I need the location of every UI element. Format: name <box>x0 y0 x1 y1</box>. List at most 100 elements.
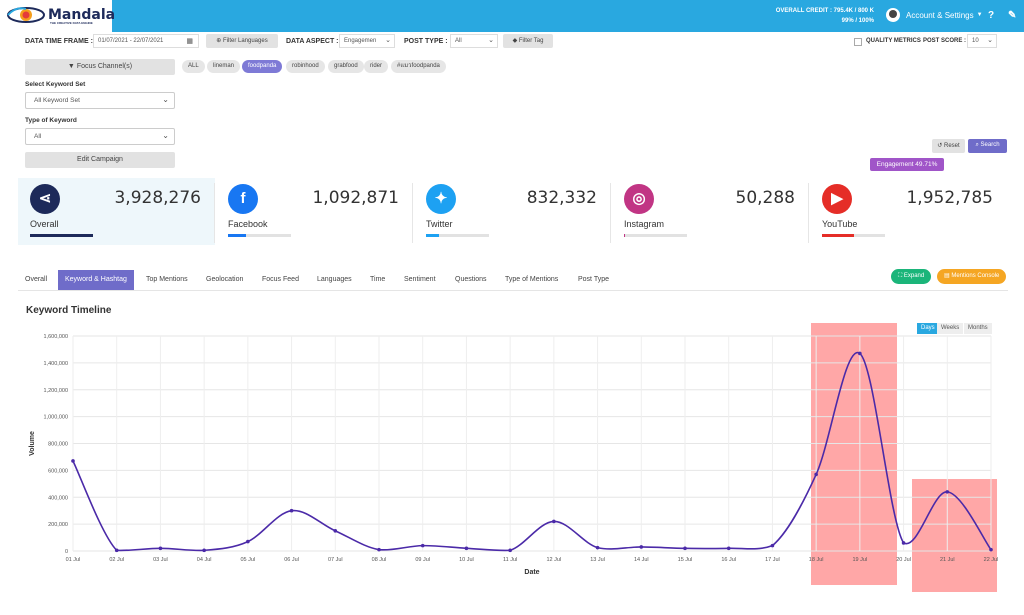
data-point <box>595 545 600 550</box>
series-line <box>72 351 992 552</box>
tab-focus-feed[interactable]: Focus Feed <box>255 270 306 290</box>
stat-progress-fill <box>30 234 93 237</box>
filter-tag-button[interactable]: ◆ Filter Tag <box>503 34 553 48</box>
edit-campaign-button[interactable]: Edit Campaign <box>25 152 175 168</box>
mandala-logo-icon <box>6 4 46 26</box>
keyword-chip[interactable]: robinhood <box>286 60 325 73</box>
keyword-chip[interactable]: ALL <box>182 60 205 73</box>
keyword-set-select[interactable]: All Keyword Set ⌄ <box>25 92 175 109</box>
tab-divider <box>18 290 1008 291</box>
stat-value: 50,288 <box>735 188 795 208</box>
engagement-badge: Engagement 49.71% <box>870 158 944 171</box>
date-range-input[interactable]: 01/07/2021 - 22/07/2021 ▦ <box>93 34 199 48</box>
y-tick-label: 1,400,000 <box>44 361 68 367</box>
tab-top-mentions[interactable]: Top Mentions <box>139 270 195 290</box>
aspect-select[interactable]: Engagemen ⌄ <box>339 34 395 48</box>
focus-channels-button[interactable]: ▼ Focus Channel(s) <box>25 59 175 75</box>
tab-keyword-hashtag[interactable]: Keyword & Hashtag <box>58 270 134 290</box>
stat-progress-bar <box>228 234 291 237</box>
data-point <box>814 472 818 477</box>
focus-channels-label: Focus Channel(s) <box>76 63 133 70</box>
x-tick-label: 20 Jul <box>896 557 911 563</box>
keyword-type-select[interactable]: All ⌄ <box>25 128 175 145</box>
stat-value: 1,092,871 <box>312 188 399 208</box>
stat-card-overall[interactable]: ⋖ 3,928,276 Overall <box>18 178 215 245</box>
stat-value: 832,332 <box>526 188 597 208</box>
data-point <box>770 543 775 548</box>
tab-time[interactable]: Time <box>363 270 392 290</box>
reset-icon: ↺ <box>937 143 943 149</box>
chevron-down-icon: ⌄ <box>987 37 993 44</box>
x-tick-label: 18 Jul <box>809 557 824 563</box>
x-tick-label: 15 Jul <box>678 557 693 563</box>
aspect-label: DATA ASPECT : <box>286 38 339 45</box>
stat-card-youtube[interactable]: ▶ 1,952,785 YouTube <box>810 178 1007 245</box>
y-tick-label: 0 <box>65 549 68 555</box>
search-button[interactable]: ⌕ Search <box>968 139 1007 153</box>
x-tick-label: 04 Jul <box>197 557 212 563</box>
pencil-icon[interactable]: ✎ <box>1008 10 1016 21</box>
keyword-chip[interactable]: rider <box>364 60 389 73</box>
filter-tag-label: Filter Tag <box>518 38 544 44</box>
expand-button[interactable]: ⛶ Expand <box>891 269 932 284</box>
tab-overall[interactable]: Overall <box>18 270 54 290</box>
stat-progress-bar <box>30 234 93 237</box>
x-tick-label: 11 Jul <box>503 557 517 563</box>
keyword-chip[interactable]: grabfood <box>328 60 364 73</box>
tab-type-of-mentions[interactable]: Type of Mentions <box>498 270 565 290</box>
keyword-type-label: Type of Keyword <box>25 117 77 124</box>
data-point <box>552 519 556 524</box>
x-tick-label: 05 Jul <box>241 557 256 563</box>
stat-divider <box>610 183 611 243</box>
x-tick-label: 13 Jul <box>590 557 605 563</box>
avatar <box>886 8 900 22</box>
chevron-down-icon: ⌄ <box>162 95 169 104</box>
stat-card-instagram[interactable]: ◎ 50,288 Instagram <box>612 178 809 245</box>
brand-logo[interactable]: Mandala THE CREATIVE DATA ENGINE <box>6 4 115 26</box>
tab-questions[interactable]: Questions <box>448 270 494 290</box>
filter-languages-button[interactable]: ⊕ Filter Languages <box>206 34 278 48</box>
data-point <box>901 541 906 545</box>
x-tick-label: 01 Jul <box>66 557 81 563</box>
stat-name: YouTube <box>822 219 858 229</box>
y-tick-label: 1,000,000 <box>44 415 68 421</box>
keyword-chip[interactable]: lineman <box>207 60 241 73</box>
account-settings-menu[interactable]: Account & Settings ▼ <box>886 8 983 22</box>
post-score-select[interactable]: 10 ⌄ <box>967 34 997 48</box>
data-point <box>289 508 294 513</box>
stat-card-facebook[interactable]: f 1,092,871 Facebook <box>216 178 413 245</box>
funnel-icon: ▼ <box>67 63 75 70</box>
post-type-select[interactable]: All ⌄ <box>450 34 498 48</box>
x-tick-label: 03 Jul <box>153 557 168 563</box>
granularity-weeks[interactable]: Weeks <box>937 323 964 334</box>
data-point <box>683 546 687 551</box>
stat-divider <box>214 183 215 243</box>
stat-progress-fill <box>822 234 854 237</box>
reset-button[interactable]: ↺ Reset <box>932 139 965 153</box>
stat-card-twitter[interactable]: ✦ 832,332 Twitter <box>414 178 611 245</box>
x-tick-label: 22 Jul <box>984 557 999 563</box>
share-icon: ⋖ <box>30 184 60 214</box>
y-tick-label: 800,000 <box>48 442 68 448</box>
tab-languages[interactable]: Languages <box>310 270 359 290</box>
tab-post-type[interactable]: Post Type <box>571 270 616 290</box>
stat-progress-bar <box>624 234 687 237</box>
stat-divider <box>412 183 413 243</box>
post-type-value: All <box>455 38 462 44</box>
search-icon: ⌕ <box>975 142 979 148</box>
keyword-chip[interactable]: #แมวfoodpanda <box>391 60 446 73</box>
tab-sentiment[interactable]: Sentiment <box>397 270 443 290</box>
quality-metrics-checkbox[interactable] <box>854 38 862 46</box>
granularity-days[interactable]: Days <box>917 323 939 334</box>
keyword-chip[interactable]: foodpanda <box>242 60 283 73</box>
granularity-months[interactable]: Months <box>964 323 992 334</box>
data-point <box>945 490 950 494</box>
x-tick-label: 10 Jul <box>459 557 474 563</box>
data-point <box>202 548 206 553</box>
mentions-console-button[interactable]: ▤ Mentions Console <box>937 269 1007 284</box>
post-type-label: POST TYPE : <box>404 38 448 45</box>
data-point <box>246 539 250 544</box>
data-point <box>377 547 381 552</box>
tab-geolocation[interactable]: Geolocation <box>199 270 250 290</box>
help-icon[interactable]: ? <box>988 10 994 21</box>
